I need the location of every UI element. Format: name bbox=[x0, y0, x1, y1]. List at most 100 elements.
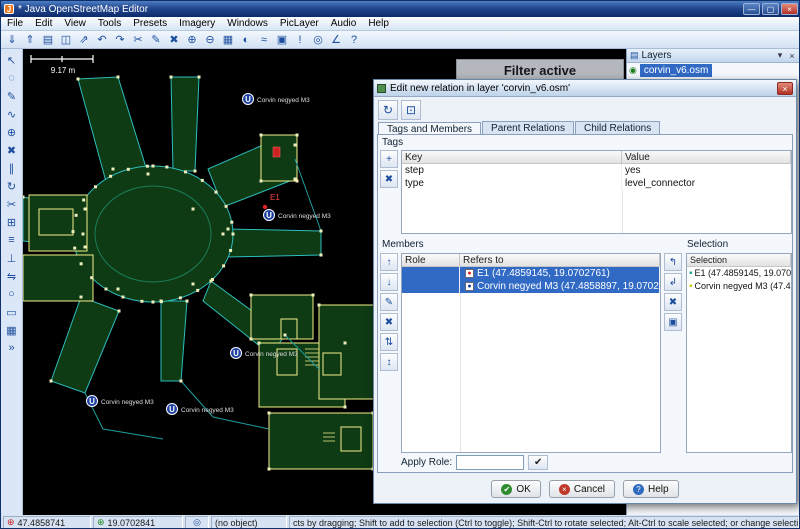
member-refers-to[interactable]: ● Corvin negyed M3 (47.4858897, 19.07028… bbox=[460, 280, 660, 293]
help-icon[interactable]: ? bbox=[345, 32, 363, 48]
menu-item[interactable]: Audio bbox=[325, 18, 363, 29]
edit-member-icon[interactable]: ✎ bbox=[380, 293, 398, 311]
edit-icon[interactable]: ✎ bbox=[147, 32, 165, 48]
lasso-tool-icon[interactable]: ◌ bbox=[3, 69, 21, 87]
preferences-icon[interactable]: ▣ bbox=[273, 32, 291, 48]
imagery-icon[interactable]: ▦ bbox=[219, 32, 237, 48]
save-icon[interactable]: ◫ bbox=[57, 32, 75, 48]
delete-tag-icon[interactable]: ✖ bbox=[380, 170, 398, 188]
menu-item[interactable]: Edit bbox=[29, 18, 58, 29]
draw-node-icon[interactable]: ✎ bbox=[3, 87, 21, 105]
rectangle-tool-icon[interactable]: ▭ bbox=[3, 303, 21, 321]
add-tag-icon[interactable]: + bbox=[380, 150, 398, 168]
help-button[interactable]: ? Help bbox=[623, 480, 679, 498]
tag-key[interactable]: type bbox=[402, 177, 622, 190]
create-circle-icon[interactable]: ○ bbox=[3, 285, 21, 303]
add-members-before-icon[interactable]: ↰ bbox=[664, 253, 682, 271]
selection-col-header[interactable]: Selection bbox=[687, 254, 791, 267]
metro-station-marker[interactable]: U Corvin negyed M3 bbox=[243, 94, 311, 105]
member-row[interactable]: ● E1 (47.4859145, 19.0702761) bbox=[402, 267, 660, 280]
menu-item[interactable]: Help bbox=[362, 18, 395, 29]
metro-station-marker[interactable]: U Corvin negyed M3 bbox=[264, 210, 332, 221]
parallel-tool-icon[interactable]: ∥ bbox=[3, 159, 21, 177]
selection-row[interactable]: ▪ Corvin negyed M3 (47.4858897, bbox=[687, 280, 791, 293]
dialog-close-icon[interactable]: × bbox=[777, 82, 793, 95]
orthogonalize-icon[interactable]: ⊥ bbox=[3, 249, 21, 267]
refresh-relation-icon[interactable]: ↻ bbox=[378, 100, 398, 120]
move-down-icon[interactable]: ↓ bbox=[380, 273, 398, 291]
gps-traces-icon[interactable]: ≈ bbox=[255, 32, 273, 48]
zoom-tool-icon[interactable]: ⊕ bbox=[3, 123, 21, 141]
delete-icon[interactable]: ✖ bbox=[165, 32, 183, 48]
layers-panel-header[interactable]: ▤ Layers ▾ × bbox=[627, 49, 800, 63]
dialog-title-bar[interactable]: Edit new relation in layer 'corvin_v6.os… bbox=[374, 80, 796, 97]
warning-icon[interactable]: ! bbox=[291, 32, 309, 48]
members-col-refers-to[interactable]: Refers to bbox=[460, 254, 660, 267]
upload-icon[interactable]: ⇑ bbox=[21, 32, 39, 48]
menu-item[interactable]: Presets bbox=[127, 18, 173, 29]
metro-station-marker[interactable]: U Corvin negyed M3 bbox=[87, 396, 155, 407]
layer-name[interactable]: corvin_v6.osm bbox=[640, 64, 712, 77]
title-bar[interactable]: J * Java OpenStreetMap Editor — ▢ × bbox=[1, 1, 800, 17]
ok-button[interactable]: ✔ OK bbox=[491, 480, 540, 498]
select-tool-icon[interactable]: ↖ bbox=[3, 51, 21, 69]
more-tools-icon[interactable]: » bbox=[3, 339, 21, 357]
tag-value[interactable]: yes bbox=[622, 164, 791, 177]
wms-layer-icon[interactable]: ◐ bbox=[237, 32, 255, 48]
menu-item[interactable]: File bbox=[1, 18, 29, 29]
menu-item[interactable]: Imagery bbox=[173, 18, 221, 29]
select-relation-icon[interactable]: ⊡ bbox=[401, 100, 421, 120]
tag-row[interactable]: step yes bbox=[402, 164, 791, 177]
menu-item[interactable]: PicLayer bbox=[274, 18, 325, 29]
member-role[interactable] bbox=[402, 267, 460, 280]
cancel-button[interactable]: × Cancel bbox=[549, 480, 615, 498]
audio-icon[interactable]: ◎ bbox=[309, 32, 327, 48]
multipolygon-icon[interactable]: ▦ bbox=[3, 321, 21, 339]
tags-col-value[interactable]: Value bbox=[622, 151, 791, 164]
layer-visibility-icon[interactable]: ◉ bbox=[629, 65, 637, 76]
tag-key[interactable]: step bbox=[402, 164, 622, 177]
member-role[interactable] bbox=[402, 280, 460, 293]
draw-way-icon[interactable]: ∿ bbox=[3, 105, 21, 123]
measure-icon[interactable]: ∠ bbox=[327, 32, 345, 48]
sort-members-icon[interactable]: ⇅ bbox=[380, 333, 398, 351]
member-refers-to[interactable]: ● E1 (47.4859145, 19.0702761) bbox=[460, 267, 660, 280]
rotate-tool-icon[interactable]: ↻ bbox=[3, 177, 21, 195]
close-button[interactable]: × bbox=[781, 3, 798, 15]
apply-role-button[interactable]: ✔ bbox=[528, 455, 548, 470]
e1-marker[interactable] bbox=[273, 147, 280, 157]
menu-item[interactable]: Windows bbox=[221, 18, 274, 29]
panel-menu-icon[interactable]: ▾ bbox=[774, 50, 786, 61]
delete-tool-icon[interactable]: ✖ bbox=[3, 141, 21, 159]
zoom-out-icon[interactable]: ⊖ bbox=[201, 32, 219, 48]
remove-members-icon[interactable]: ✖ bbox=[664, 293, 682, 311]
cut-icon[interactable]: ✂ bbox=[129, 32, 147, 48]
members-table[interactable]: Role Refers to ● E1 (47.4859145, 19.0702… bbox=[401, 253, 661, 453]
apply-role-input[interactable] bbox=[456, 455, 524, 470]
maximize-button[interactable]: ▢ bbox=[762, 3, 779, 15]
zoom-in-icon[interactable]: ⊕ bbox=[183, 32, 201, 48]
align-nodes-icon[interactable]: ≡ bbox=[3, 231, 21, 249]
undo-icon[interactable]: ↶ bbox=[93, 32, 111, 48]
combine-way-icon[interactable]: ⊞ bbox=[3, 213, 21, 231]
redo-icon[interactable]: ↷ bbox=[111, 32, 129, 48]
panel-close-icon[interactable]: × bbox=[786, 51, 798, 61]
open-icon[interactable]: ▤ bbox=[39, 32, 57, 48]
move-up-icon[interactable]: ↑ bbox=[380, 253, 398, 271]
remove-member-icon[interactable]: ✖ bbox=[380, 313, 398, 331]
reverse-order-icon[interactable]: ↕ bbox=[380, 353, 398, 371]
tag-row[interactable]: type level_connector bbox=[402, 177, 791, 190]
select-members-icon[interactable]: ▣ bbox=[664, 313, 682, 331]
members-col-role[interactable]: Role bbox=[402, 254, 460, 267]
layer-row[interactable]: ◉ corvin_v6.osm bbox=[627, 63, 800, 77]
export-icon[interactable]: ⇗ bbox=[75, 32, 93, 48]
menu-item[interactable]: View bbox=[58, 18, 92, 29]
download-icon[interactable]: ⇓ bbox=[3, 32, 21, 48]
selection-list[interactable]: Selection ▪ E1 (47.4859145, 19.0702761) … bbox=[686, 253, 792, 453]
tags-table[interactable]: Key Value step yes type level_connector bbox=[401, 150, 792, 234]
metro-station-marker[interactable]: U Corvin negyed M3 bbox=[167, 404, 235, 415]
member-row[interactable]: ● Corvin negyed M3 (47.4858897, 19.07028… bbox=[402, 280, 660, 293]
selection-row[interactable]: ▪ E1 (47.4859145, 19.0702761) bbox=[687, 267, 791, 280]
menu-item[interactable]: Tools bbox=[92, 18, 127, 29]
mirror-icon[interactable]: ⇋ bbox=[3, 267, 21, 285]
